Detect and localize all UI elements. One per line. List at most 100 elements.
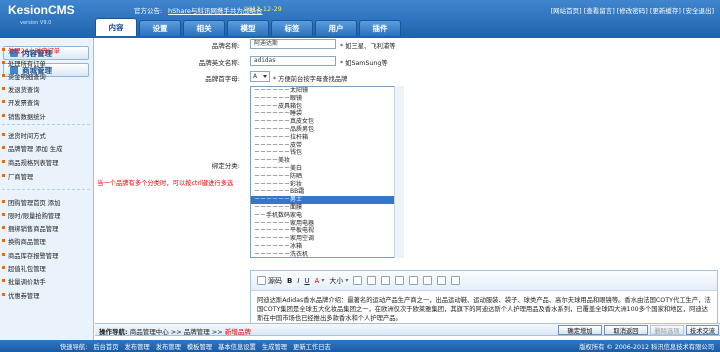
top-link-messages[interactable]: [查看留言] (584, 5, 615, 15)
unlink-button[interactable] (423, 276, 433, 285)
category-option[interactable]: －－－－－－拉杆箱 (251, 134, 403, 142)
sidebar-menu-item[interactable]: 品牌管理 添加 生成 (1, 144, 62, 153)
image-button[interactable] (381, 276, 391, 285)
link-button[interactable] (409, 276, 419, 285)
tab-plugins[interactable]: 插件 (359, 20, 401, 36)
category-option[interactable]: －－－－－－平板电视 (251, 227, 403, 235)
top-link-password[interactable]: [修改密码] (617, 5, 648, 15)
tab-content[interactable]: 内容 (95, 18, 137, 36)
sidebar-menu-item[interactable]: 换购商品管理 (2, 237, 46, 246)
tech-support-button[interactable]: 技术交流 (686, 325, 719, 335)
category-option[interactable]: －－－－－－BB霜 (251, 188, 403, 196)
footer-link[interactable]: 基本信息设置 (218, 342, 256, 351)
sidebar-menu-item[interactable]: 厂商管理 (1, 172, 33, 181)
category-option[interactable]: －－－－－－面膜 (251, 204, 403, 212)
breadcrumb: 操作导航: 商品管理中心 >> 品牌管理 >> 新增品牌 (99, 326, 251, 336)
description-editor: 源码 B I U A ▾ 大小 ▾ 阿迪达斯Adidas香水品牌介绍：最著名的运动产… (250, 270, 718, 328)
category-option[interactable]: －－手机数码家电 (251, 212, 403, 220)
source-button[interactable]: 源码 (257, 276, 282, 286)
editor-content[interactable]: 阿迪达斯Adidas香水品牌介绍：最著名的运动产品生产商之一，出品运动鞋、运动服… (257, 296, 711, 326)
top-link-cache[interactable]: [更新缓存] (650, 5, 681, 15)
font-size-select[interactable]: 大小 ▾ (329, 276, 348, 286)
sidebar-menu-item[interactable]: 优惠券管理 (1, 291, 39, 300)
sidebar-menu-item[interactable]: 送货时间方式 (2, 131, 46, 140)
brand-en-input[interactable]: adidas (250, 56, 336, 66)
brand-name-label: 品牌名称: (211, 42, 240, 50)
sidebar-menu-item[interactable]: 处理所有订单 (2, 59, 46, 68)
sidebar-menu-item[interactable]: 处理24小时内订单 (1, 46, 60, 55)
flash-button[interactable] (451, 276, 461, 285)
cancel-return-button[interactable]: 取消返回 (604, 325, 648, 335)
tab-tags[interactable]: 标签 (271, 20, 313, 36)
sidebar-menu-item[interactable]: 超值礼包管理 (2, 264, 46, 273)
align-button[interactable] (367, 276, 377, 285)
sidebar-menu-item[interactable]: 资金明细查询 (2, 72, 46, 81)
footer-link[interactable]: 后台首页 (93, 342, 118, 351)
category-option[interactable]: －－－－－－美白 (251, 165, 403, 173)
tab-settings[interactable]: 设置 (139, 20, 181, 36)
category-scrollbar[interactable] (394, 86, 404, 258)
announce-date: 2011-12-29 (244, 5, 282, 13)
sidebar-menu-item[interactable]: 批量调价助手 (2, 277, 46, 286)
footer-link[interactable]: 发布管理 (156, 342, 181, 351)
underline-button[interactable]: U (304, 277, 309, 285)
letter-select[interactable]: A (250, 71, 270, 82)
app-logo: KesionCMS (8, 3, 75, 17)
footer-link[interactable]: 模板管理 (187, 342, 212, 351)
top-link-home[interactable]: [网站首页] (551, 5, 582, 15)
category-option[interactable]: －－－－－－真皮女包 (251, 118, 403, 126)
list-button[interactable] (353, 276, 363, 285)
tab-users[interactable]: 用户 (315, 20, 357, 36)
footer-link[interactable]: 更新工作日志 (293, 342, 331, 351)
tab-models[interactable]: 模型 (227, 20, 269, 36)
editor-toolbar: 源码 B I U A ▾ 大小 ▾ (251, 271, 717, 291)
category-option[interactable]: －－－－－－太阳镜 (251, 87, 403, 95)
app-version: version V9.0 (20, 20, 52, 26)
breadcrumb-item-brand[interactable]: 品牌管理 (184, 328, 210, 336)
confirm-add-button[interactable]: 确定增加 (558, 325, 602, 335)
delete-option-button[interactable]: 删除选项 (650, 325, 684, 335)
brand-name-input[interactable]: 阿迪达斯 (250, 39, 336, 49)
category-option[interactable]: －－－－－－洗衣机 (251, 251, 403, 257)
sidebar-menu-item[interactable]: 商品规格列表管理 (1, 158, 58, 167)
chevron-down-icon: ▾ (345, 277, 349, 284)
sidebar: 内容管理 商城管理 处理24小时内订单 处理所有订单 资金明细查询 发退货查询 开发票查… (0, 38, 94, 352)
align-icon (367, 276, 377, 285)
bold-button[interactable]: B (287, 277, 292, 285)
table-button[interactable] (395, 276, 405, 285)
category-option[interactable]: －－－－－－防晒 (251, 173, 403, 181)
sidebar-menu-item[interactable]: 发退货查询 (1, 85, 39, 94)
footer: 快速导航: 后台首页 发布管理 发布管理 模板管理 基本信息设置 生成管理 更新工作日志 版权… (0, 340, 720, 352)
top-link-logout[interactable]: [安全退出] (683, 5, 714, 15)
sidebar-menu-item[interactable]: 团购管理首页 添加 (1, 198, 60, 207)
tab-related[interactable]: 相关 (183, 20, 225, 36)
breadcrumb-label: 操作导航: (99, 328, 128, 336)
category-tip: 当一个品牌有多个分类时，可以按ctrl键进行多选 (97, 180, 234, 187)
category-option[interactable]: －－－－－－品质男包 (251, 126, 403, 134)
category-option[interactable]: －－－－－－家用空调 (251, 235, 403, 243)
sidebar-menu-item[interactable]: 销售数据统计 (2, 112, 46, 121)
category-option[interactable]: －－－－美妆 (251, 157, 403, 165)
breadcrumb-current: 新增品牌 (224, 328, 251, 336)
sidebar-menu-item[interactable]: 开发票查询 (1, 98, 39, 107)
category-option[interactable]: －－－－－－钱包 (251, 149, 403, 157)
category-option[interactable]: －－－－－－眼镜 (251, 95, 403, 103)
footer-link[interactable]: 发布管理 (125, 342, 150, 351)
emoticon-button[interactable] (437, 276, 447, 285)
category-label: 绑定分类: (211, 162, 240, 170)
brand-name-hint: * 如三星、飞利浦等 (340, 43, 396, 50)
breadcrumb-item-mall[interactable]: 商品管理中心 (130, 328, 169, 336)
sidebar-menu-item[interactable]: 限时/限量抢购管理 (2, 211, 61, 220)
category-option[interactable]: －－－－－－彩妆 (251, 181, 403, 189)
category-option[interactable]: －－－－－－冰箱 (251, 243, 403, 251)
footer-link[interactable]: 生成管理 (262, 342, 287, 351)
category-option[interactable]: －－－－－－男士 (251, 196, 403, 204)
brand-en-hint: * 如SamSung等 (340, 60, 388, 67)
sidebar-menu-item[interactable]: 商品库存报警管理 (1, 251, 58, 260)
flash-icon (451, 276, 461, 285)
font-color-button[interactable]: A ▾ (315, 277, 325, 285)
italic-button[interactable]: I (297, 277, 299, 285)
breadcrumb-separator: >> (211, 328, 223, 336)
sidebar-menu-item[interactable]: 捆绑销售商品管理 (1, 224, 58, 233)
category-multiselect[interactable]: －－－－－－太阳镜 －－－－－－眼镜 －－－－皮具箱包 －－－－－－睡袋 －－－－－－真… (250, 86, 404, 258)
